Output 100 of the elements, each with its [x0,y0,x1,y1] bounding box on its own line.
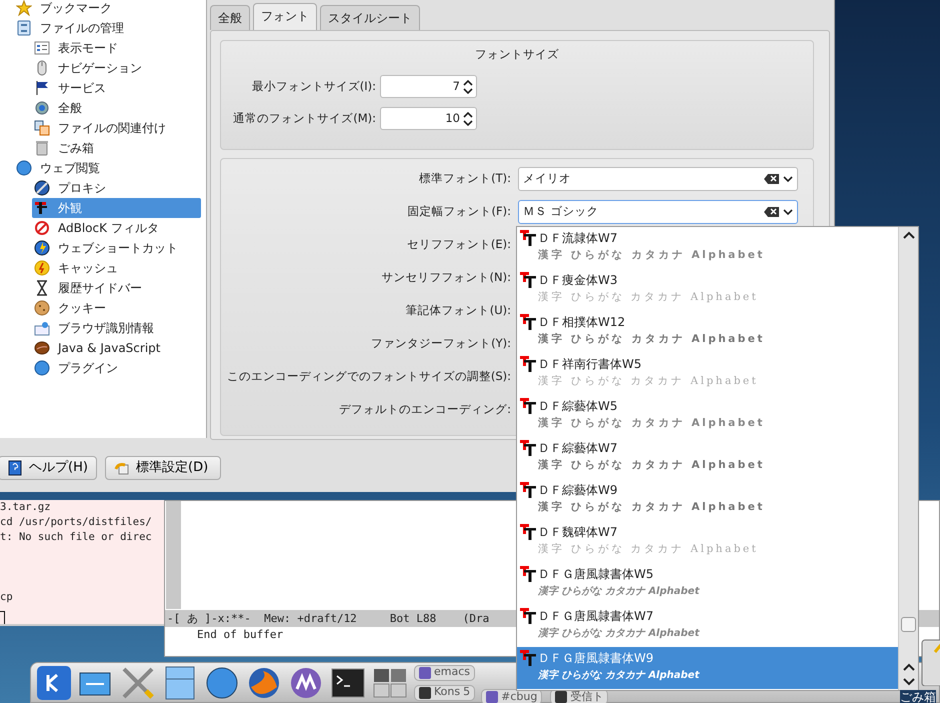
font-option[interactable]: ＤＦ綜藝体W9 漢字 ひらがな カタカナ Alphabet [517,479,898,521]
app-icon [419,666,431,678]
font-option[interactable]: ＤＦ相撲体W12 漢字 ひらがな カタカナ Alphabet [517,311,898,353]
tree-item[interactable]: 履歴サイドバー [32,278,145,298]
chevron-down-icon [783,174,793,182]
field-label: このエンコーディングでのフォントサイズの調整(S): [226,368,511,385]
font-icon [520,314,537,331]
minibuffer-text: End of buffer [197,627,284,643]
tree-item[interactable]: サービス [32,78,109,98]
tab[interactable]: フォント [253,3,317,30]
spin-box[interactable]: 10 [380,107,477,130]
cookie-icon [34,300,50,316]
scroll-arrows-icon [903,663,915,687]
font-icon [34,200,50,216]
tree-item[interactable]: プロキシ [32,178,109,198]
tree-item[interactable]: ファイルの管理 [14,18,127,38]
stop-sign-icon [34,220,50,236]
globe-icon [204,664,240,700]
up-down-arrows-icon [463,112,473,126]
font-combo-box[interactable]: メイリオ [518,166,798,190]
pager-spin-value[interactable]: 5 [463,684,470,701]
terminal-line: 3.tar.gz [0,500,51,515]
font-option[interactable]: ＤＦ痩金体W3 漢字 ひらがな カタカナ Alphabet [517,269,898,311]
tab[interactable]: スタイルシート [320,5,420,30]
font-icon [520,482,537,499]
font-icon [520,608,537,625]
tree-item[interactable]: ナビゲーション [32,58,145,78]
task-button[interactable]: Kons 5 [414,684,476,700]
field-label: ファンタジーフォント(Y): [370,334,511,352]
spin-box[interactable]: 7 [380,75,477,98]
lightning-icon [34,260,50,276]
task-button[interactable]: #cbug [481,689,542,703]
font-icon [520,566,537,583]
tree-item[interactable]: ブラウザ識別情報 [32,318,157,338]
tree-item[interactable]: ファイルの関連付け [32,118,169,138]
tree-item[interactable]: ブックマーク [14,0,115,18]
desktop-icon-label[interactable]: ごみ箱 [900,690,936,703]
font-option[interactable]: ＤＦ綜藝体W7 漢字 ひらがな カタカナ Alphabet [517,437,898,479]
tree-item[interactable]: クッキー [32,298,109,318]
tools-icon [120,664,156,700]
tree-item[interactable]: 全般 [32,98,85,118]
hourglass-icon [34,280,50,296]
tree-item[interactable]: AdBlocK フィルタ [32,218,162,238]
font-icon [520,650,537,667]
scrollbar-thumb[interactable] [901,617,916,632]
font-combo-box[interactable]: ＭＳ ゴシック [518,200,798,224]
tree-item[interactable]: 表示モード [32,38,121,58]
tree-item[interactable]: Java & JavaScript [32,338,164,358]
font-option[interactable]: ＤＦ祥南行書体W5 漢字 ひらがな カタカナ Alphabet [517,353,898,395]
field-label: 最小フォントサイズ(I): [250,78,376,96]
tree-item[interactable]: ウェブ閲覧 [14,158,103,178]
font-icon [520,230,537,247]
up-down-arrows-icon [463,80,473,94]
drawer-icon [16,20,32,36]
field-label: 固定幅フォント(F): [406,202,511,220]
dialog-button[interactable]: 標準設定(D) [105,456,221,480]
font-option[interactable]: ＤＦ流隷体W7 漢字 ひらがな カタカナ Alphabet [517,227,898,269]
field-label: セリフフォント(E): [406,236,511,253]
field-label: デフォルトのエンコーディング: [338,400,511,418]
app-icon [555,691,568,703]
chevron-down-icon [783,208,793,216]
clear-icon [764,172,779,184]
terminal-line: cd /usr/ports/distfiles/ [0,515,152,530]
field-label: 通常のフォントサイズ(M): [232,110,376,128]
font-option[interactable]: ＤＦＧ唐風隷書体W5 漢字 ひらがな カタカナ Alphabet [517,563,898,605]
list-icon [34,40,50,56]
font-option[interactable]: ＤＦ綜藝体W5 漢字 ひらがな カタカナ Alphabet [517,395,898,437]
font-icon [520,272,537,289]
terminal-line: t: No such file or direc [0,530,152,545]
clear-icon [764,206,779,218]
tree-item[interactable]: ごみ箱 [32,138,97,158]
star-icon [16,0,32,16]
help-book-icon [7,460,23,476]
browser-id-icon [34,320,50,336]
font-icon [520,524,537,541]
tree-item[interactable]: キャッシュ [32,258,121,278]
globe-icon [34,180,50,196]
coffee-bean-icon [34,340,50,356]
documents-icon [34,120,50,136]
tree-item[interactable]: ウェブショートカット [32,238,181,258]
field-label: 標準フォント(T): [418,170,511,187]
group-title: フォントサイズ [474,46,560,63]
globe-icon [34,240,50,256]
globe-icon [34,360,50,376]
font-icon [520,440,537,457]
flag-icon [34,80,50,96]
app-icon [486,691,498,703]
font-option[interactable]: ＤＦＧ唐風隷書体W9 漢字 ひらがな カタカナ Alphabet [517,647,898,689]
terminal-line: cp [0,590,13,605]
font-option[interactable]: ＤＦ魏碑体W7 漢字 ひらがな カタカナ Alphabet [517,521,898,563]
app-icon [419,686,431,698]
field-label: サンセリフフォント(N): [380,268,511,286]
task-button[interactable]: emacs [414,664,476,680]
tab[interactable]: 全般 [210,5,250,30]
launcher-icon [36,664,72,700]
scroll-up-icon [903,231,915,239]
field-label: 筆記体フォント(U): [404,302,511,319]
globe-icon [16,160,32,176]
dialog-button[interactable]: ヘルプ(H) [0,456,97,480]
tree-item[interactable]: プラグイン [32,358,121,378]
